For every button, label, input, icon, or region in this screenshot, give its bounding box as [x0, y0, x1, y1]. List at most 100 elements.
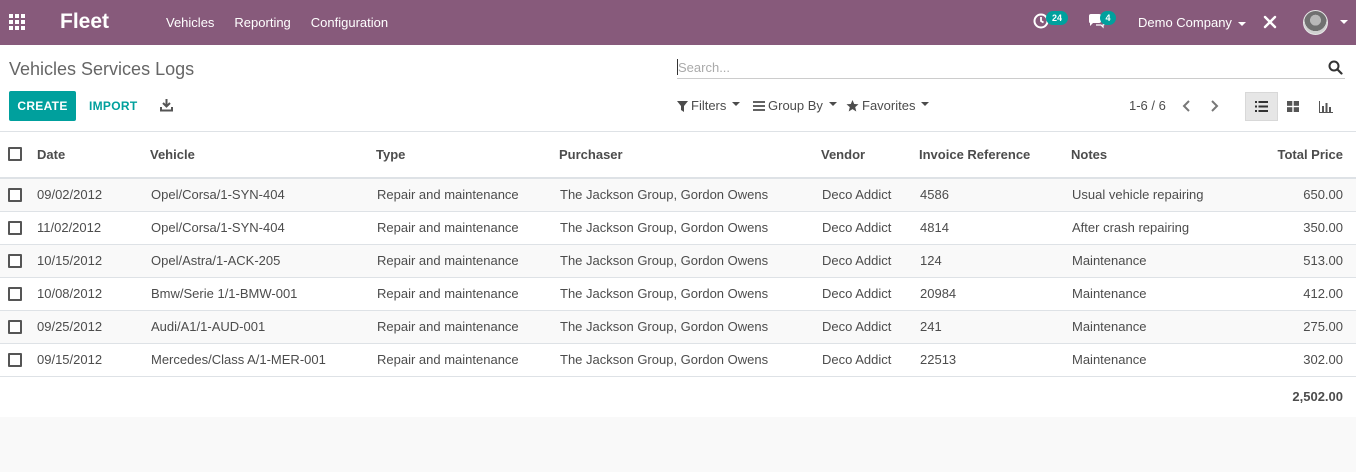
column-header-vehicle[interactable]: Vehicle — [150, 132, 195, 177]
row-checkbox[interactable] — [8, 254, 22, 268]
graph-view-button[interactable] — [1309, 92, 1342, 121]
cell-type: Repair and maintenance — [377, 352, 519, 367]
cell-notes: Maintenance — [1072, 319, 1147, 334]
cell-invoice-reference: 20984 — [920, 286, 957, 301]
table-row[interactable]: 10/15/2012 Opel/Astra/1-ACK-205 Repair and… — [0, 245, 1356, 278]
menu-configuration[interactable]: Configuration — [301, 0, 398, 45]
cell-date: 09/25/2012 — [37, 319, 103, 334]
cell-vendor: Deco Addict — [822, 220, 892, 235]
group-by-dropdown[interactable]: Group By — [753, 91, 837, 121]
cell-total-price: 412.00 — [1303, 286, 1343, 301]
group-by-bars-icon — [753, 101, 765, 111]
table-row[interactable]: 09/25/2012 Audi/A1/1-AUD-001 Repair and ma… — [0, 311, 1356, 344]
row-checkbox[interactable] — [8, 287, 22, 301]
cell-type: Repair and maintenance — [377, 220, 519, 235]
company-switcher[interactable]: Demo Company — [1138, 0, 1246, 45]
column-header-date[interactable]: Date — [37, 132, 65, 177]
cell-invoice-reference: 241 — [920, 319, 942, 334]
cell-purchaser: The Jackson Group, Gordon Owens — [560, 286, 769, 301]
user-avatar[interactable] — [1303, 10, 1328, 35]
table-row[interactable]: 11/02/2012 Opel/Corsa/1-SYN-404 Repair and… — [0, 212, 1356, 245]
cell-vendor: Deco Addict — [822, 286, 892, 301]
cell-purchaser: The Jackson Group, Gordon Owens — [560, 187, 769, 202]
cell-vehicle: Opel/Astra/1-ACK-205 — [151, 253, 281, 268]
row-checkbox[interactable] — [8, 188, 22, 202]
cell-date: 10/08/2012 — [37, 286, 103, 301]
close-debug-icon[interactable] — [1263, 15, 1277, 29]
cell-invoice-reference: 4586 — [920, 187, 949, 202]
star-icon — [846, 100, 859, 112]
search-bar[interactable] — [677, 57, 1345, 79]
chevron-down-icon — [921, 102, 930, 106]
cell-vendor: Deco Addict — [822, 352, 892, 367]
column-header-invoice-reference[interactable]: Invoice Reference — [919, 132, 1030, 177]
kanban-view-button[interactable] — [1276, 92, 1309, 121]
favorites-label: Favorites — [862, 98, 916, 113]
column-header-purchaser[interactable]: Purchaser — [559, 132, 623, 177]
cell-date: 09/15/2012 — [37, 352, 103, 367]
row-checkbox[interactable] — [8, 353, 22, 367]
column-header-type[interactable]: Type — [376, 132, 405, 177]
row-checkbox[interactable] — [8, 221, 22, 235]
cell-notes: Maintenance — [1072, 286, 1147, 301]
cell-purchaser: The Jackson Group, Gordon Owens — [560, 352, 769, 367]
search-icon[interactable] — [1328, 60, 1343, 75]
cell-purchaser: The Jackson Group, Gordon Owens — [560, 253, 769, 268]
download-icon[interactable] — [160, 98, 173, 112]
filter-funnel-icon — [677, 100, 688, 112]
row-checkbox[interactable] — [8, 320, 22, 334]
chevron-down-icon — [1237, 21, 1246, 26]
cell-date: 09/02/2012 — [37, 187, 103, 202]
company-name: Demo Company — [1138, 15, 1232, 30]
cell-notes: After crash repairing — [1072, 220, 1190, 235]
cell-invoice-reference: 4814 — [920, 220, 949, 235]
cell-date: 11/02/2012 — [37, 220, 102, 235]
table-row[interactable]: 09/15/2012 Mercedes/Class A/1-MER-001 Repa… — [0, 344, 1356, 377]
filters-dropdown[interactable]: Filters — [677, 91, 741, 121]
cell-notes: Maintenance — [1072, 352, 1147, 367]
cell-type: Repair and maintenance — [377, 187, 519, 202]
activity-count-badge: 24 — [1046, 11, 1068, 25]
app-brand[interactable]: Fleet — [60, 10, 109, 34]
create-button[interactable]: CREATE — [9, 91, 76, 121]
chevron-right-icon[interactable] — [1205, 97, 1223, 115]
cell-vendor: Deco Addict — [822, 253, 892, 268]
cell-type: Repair and maintenance — [377, 253, 519, 268]
cell-vehicle: Mercedes/Class A/1-MER-001 — [151, 352, 326, 367]
cell-total-price: 302.00 — [1303, 352, 1343, 367]
menu-reporting[interactable]: Reporting — [224, 0, 300, 45]
cell-invoice-reference: 124 — [920, 253, 942, 268]
bar-chart-icon — [1318, 100, 1333, 113]
import-button[interactable]: IMPORT — [89, 91, 137, 121]
cell-purchaser: The Jackson Group, Gordon Owens — [560, 220, 769, 235]
services-log-table: Date Vehicle Type Purchaser Vendor Invoi… — [0, 132, 1356, 417]
cell-purchaser: The Jackson Group, Gordon Owens — [560, 319, 769, 334]
cell-total-price: 650.00 — [1303, 187, 1343, 202]
cell-vehicle: Bmw/Serie 1/1-BMW-001 — [151, 286, 298, 301]
table-row[interactable]: 09/02/2012 Opel/Corsa/1-SYN-404 Repair and… — [0, 179, 1356, 212]
chevron-down-icon — [828, 102, 837, 106]
cell-vehicle: Opel/Corsa/1-SYN-404 — [151, 187, 285, 202]
cell-total-price: 350.00 — [1303, 220, 1343, 235]
menu-vehicles[interactable]: Vehicles — [156, 0, 224, 45]
select-all-checkbox[interactable] — [8, 147, 22, 161]
chevron-left-icon[interactable] — [1178, 97, 1196, 115]
table-row[interactable]: 10/08/2012 Bmw/Serie 1/1-BMW-001 Repair an… — [0, 278, 1356, 311]
apps-menu-icon[interactable] — [9, 14, 27, 30]
search-input[interactable] — [677, 57, 1317, 77]
user-menu-chevron-icon[interactable] — [1340, 20, 1348, 24]
text-cursor — [677, 59, 678, 75]
column-header-vendor[interactable]: Vendor — [821, 132, 865, 177]
chevron-down-icon — [732, 102, 741, 106]
list-view-button[interactable] — [1245, 92, 1278, 121]
cell-date: 10/15/2012 — [37, 253, 103, 268]
top-navbar: Fleet Vehicles Reporting Configuration 2… — [0, 0, 1356, 45]
list-view-icon — [1255, 101, 1268, 112]
cell-type: Repair and maintenance — [377, 319, 519, 334]
table-header: Date Vehicle Type Purchaser Vendor Invoi… — [0, 132, 1356, 179]
favorites-dropdown[interactable]: Favorites — [846, 91, 930, 121]
column-header-total-price[interactable]: Total Price — [1277, 132, 1343, 177]
cell-vendor: Deco Addict — [822, 187, 892, 202]
column-header-notes[interactable]: Notes — [1071, 132, 1107, 177]
pager-value[interactable]: 1-6 / 6 — [1129, 91, 1166, 121]
